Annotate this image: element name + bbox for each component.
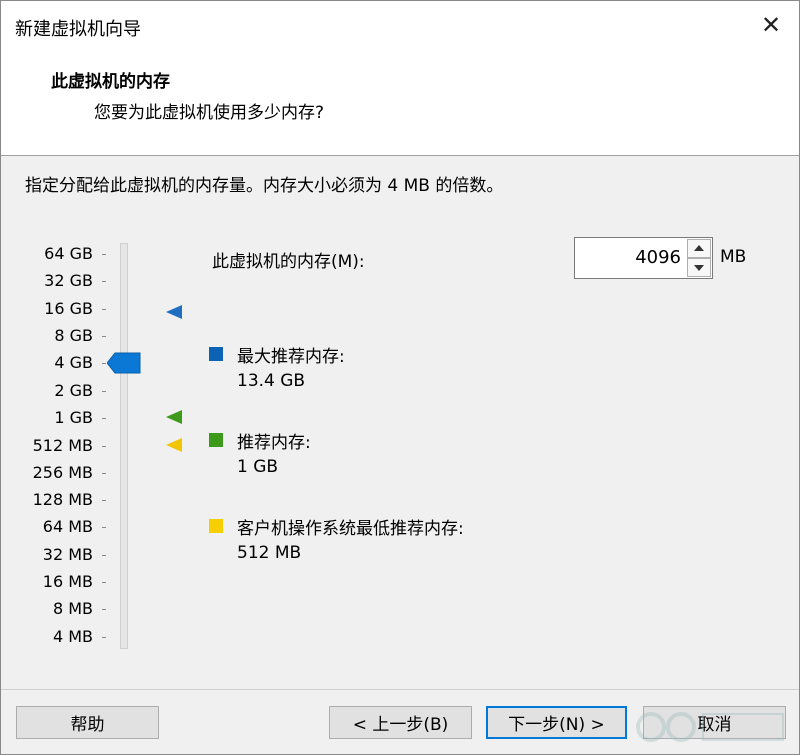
- page-subtitle: 您要为此虚拟机使用多少内存?: [94, 103, 325, 123]
- cancel-button[interactable]: 取消: [643, 706, 786, 739]
- scale-tick: [102, 582, 106, 583]
- recommended-marker-icon: [166, 410, 182, 424]
- scale-label-2gb: 2 GB: [54, 381, 93, 400]
- scale-tick: [102, 363, 106, 364]
- memory-slider-track[interactable]: [120, 243, 128, 649]
- max-recommended-label: 最大推荐内存:: [237, 347, 345, 367]
- guest-min-square-icon: [209, 519, 223, 533]
- recommended-square-icon: [209, 433, 223, 447]
- scale-label-128mb: 128 MB: [32, 490, 93, 509]
- page-title: 此虚拟机的内存: [51, 72, 170, 92]
- guest-min-label: 客户机操作系统最低推荐内存:: [237, 519, 464, 539]
- scale-label-1gb: 1 GB: [54, 408, 93, 427]
- wizard-header: 新建虚拟机向导 ✕ 此虚拟机的内存 您要为此虚拟机使用多少内存?: [1, 1, 799, 156]
- scale-tick: [102, 309, 106, 310]
- scale-tick: [102, 254, 106, 255]
- scale-label-64gb: 64 GB: [44, 244, 93, 263]
- memory-input-label: 此虚拟机的内存(M):: [212, 252, 365, 272]
- memory-slider-thumb[interactable]: [107, 352, 141, 374]
- scale-label-4mb: 4 MB: [52, 627, 93, 646]
- scale-tick: [102, 555, 106, 556]
- max-recommended-square-icon: [209, 347, 223, 361]
- scale-label-32mb: 32 MB: [42, 545, 93, 564]
- scale-label-8gb: 8 GB: [54, 326, 93, 345]
- scale-tick: [102, 418, 106, 419]
- scale-tick: [102, 637, 106, 638]
- scale-tick: [102, 336, 106, 337]
- scale-label-16gb: 16 GB: [44, 299, 93, 318]
- close-icon[interactable]: ✕: [757, 11, 785, 39]
- scale-label-256mb: 256 MB: [32, 463, 93, 482]
- memory-unit-label: MB: [720, 247, 747, 267]
- instruction-text: 指定分配给此虚拟机的内存量。内存大小必须为 4 MB 的倍数。: [25, 176, 504, 196]
- max-recommended-value: 13.4 GB: [237, 371, 306, 391]
- scale-tick: [102, 281, 106, 282]
- arrow-down-icon: [694, 265, 704, 271]
- next-button[interactable]: 下一步(N) >: [486, 706, 627, 739]
- arrow-up-icon: [694, 245, 704, 251]
- max-recommended-marker-icon: [166, 305, 182, 319]
- guest-min-value: 512 MB: [237, 543, 302, 563]
- scale-label-16mb: 16 MB: [42, 572, 93, 591]
- scale-label-8mb: 8 MB: [52, 599, 93, 618]
- scale-label-4gb: 4 GB: [54, 353, 93, 372]
- window-title: 新建虚拟机向导: [15, 19, 141, 40]
- scale-label-64mb: 64 MB: [42, 517, 93, 536]
- spin-down-button[interactable]: [687, 258, 711, 277]
- scale-label-512mb: 512 MB: [32, 436, 93, 455]
- guest-min-marker-icon: [166, 438, 182, 452]
- recommended-value: 1 GB: [237, 457, 279, 477]
- new-vm-wizard-dialog: 新建虚拟机向导 ✕ 此虚拟机的内存 您要为此虚拟机使用多少内存? 指定分配给此虚…: [0, 0, 800, 755]
- memory-spinbox: [574, 237, 713, 279]
- scale-tick: [102, 391, 106, 392]
- help-button[interactable]: 帮助: [16, 706, 159, 739]
- spin-up-button[interactable]: [687, 239, 711, 258]
- scale-tick: [102, 446, 106, 447]
- recommended-label: 推荐内存:: [237, 433, 311, 453]
- scale-tick: [102, 609, 106, 610]
- scale-label-32gb: 32 GB: [44, 271, 93, 290]
- back-button[interactable]: < 上一步(B): [329, 706, 472, 739]
- scale-tick: [102, 473, 106, 474]
- button-bar: 帮助 < 上一步(B) 下一步(N) > 取消: [1, 689, 799, 754]
- memory-input[interactable]: [577, 240, 681, 274]
- scale-tick: [102, 527, 106, 528]
- scale-tick: [102, 500, 106, 501]
